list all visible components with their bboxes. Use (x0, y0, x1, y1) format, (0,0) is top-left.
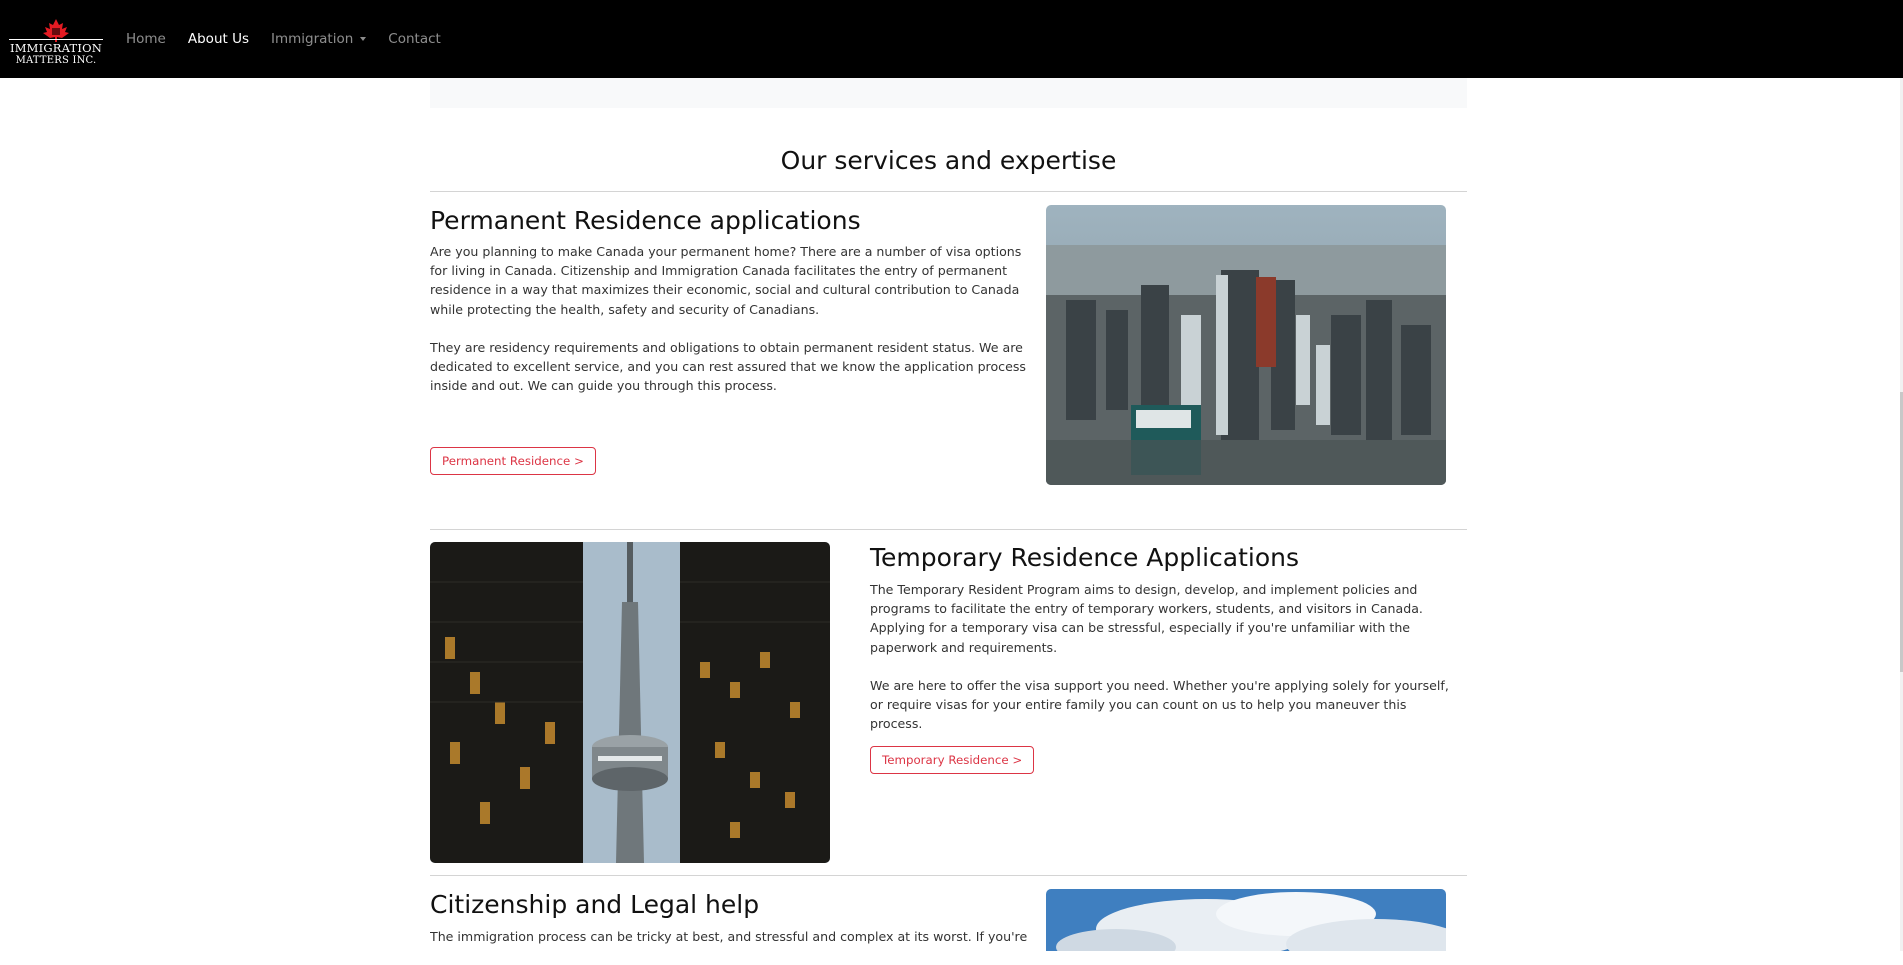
nav-contact[interactable]: Contact (388, 31, 441, 47)
temporary-residence-button[interactable]: Temporary Residence > (870, 746, 1035, 774)
service-title-permanent: Permanent Residence applications (430, 206, 861, 235)
cn-tower-photo (430, 542, 830, 863)
sky-photo (1046, 889, 1446, 951)
service-text-permanent: Are you planning to make Canada your per… (430, 242, 1030, 415)
permanent-residence-button[interactable]: Permanent Residence > (430, 447, 596, 475)
nav-immigration-label: Immigration (271, 31, 354, 47)
service-paragraph: They are residency requirements and obli… (430, 340, 1026, 394)
cloudy-sky-image (1046, 889, 1446, 951)
divider (430, 875, 1467, 876)
top-panel (430, 78, 1467, 108)
service-paragraph: The Temporary Resident Program aims to d… (870, 582, 1423, 655)
main-nav: Home About Us Immigration Contact (126, 0, 463, 78)
section-title: Our services and expertise (780, 146, 1117, 175)
divider (430, 191, 1467, 192)
service-text-temporary: The Temporary Resident Program aims to d… (870, 580, 1460, 753)
divider (430, 529, 1467, 530)
city-aerial-image (1046, 205, 1446, 485)
brand-line-1: IMMIGRATION (9, 41, 103, 55)
nav-immigration-dropdown[interactable]: Immigration (271, 31, 367, 47)
chevron-down-icon (360, 37, 367, 41)
service-paragraph: The immigration process can be tricky at… (430, 929, 1030, 944)
brand-line-2: MATTERS INC. (15, 55, 97, 66)
cn-tower-image (430, 542, 830, 863)
service-title-citizenship: Citizenship and Legal help (430, 890, 760, 919)
service-title-temporary: Temporary Residence Applications (870, 543, 1300, 572)
service-paragraph: We are here to offer the visa support yo… (870, 678, 1449, 732)
nav-about-us[interactable]: About Us (188, 31, 249, 47)
toronto-skyline-photo (1046, 205, 1446, 485)
nav-home[interactable]: Home (126, 31, 166, 47)
service-text-citizenship: The immigration process can be tricky at… (430, 927, 1030, 965)
service-paragraph: Are you planning to make Canada your per… (430, 244, 1022, 317)
navbar: IMMIGRATION MATTERS INC. Home About Us I… (0, 0, 1903, 78)
brand-logo[interactable]: IMMIGRATION MATTERS INC. (7, 18, 105, 66)
